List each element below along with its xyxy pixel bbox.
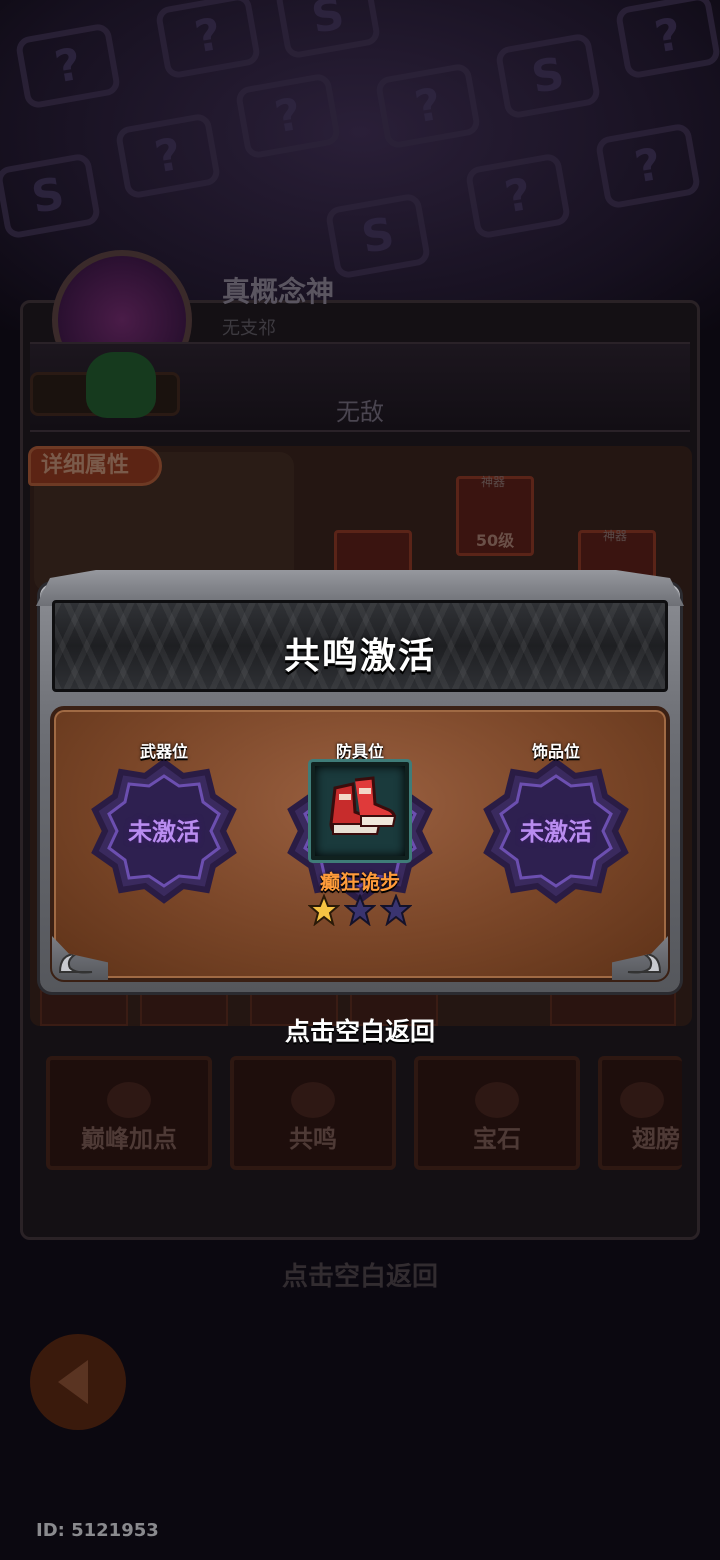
item-frame[interactable] bbox=[311, 762, 409, 860]
modal-title: 共鸣激活 bbox=[283, 636, 436, 677]
modal-header: 共鸣激活 bbox=[52, 600, 668, 692]
return-hint[interactable]: 点击空白返回 bbox=[0, 1012, 720, 1048]
weapon-slot[interactable]: 武器位 未激活 bbox=[84, 738, 244, 910]
red-boots-icon bbox=[329, 776, 397, 835]
corner-ornament bbox=[612, 936, 668, 980]
slot-label: 饰品位 bbox=[531, 742, 580, 761]
star-empty-icon bbox=[344, 894, 376, 926]
resonance-modal: 共鸣激活 武器位 未激活 防具位 癫狂诡步 饰品位 未激活 bbox=[36, 566, 684, 992]
slot-label: 防具位 bbox=[335, 742, 384, 761]
armor-slot[interactable]: 防具位 癫狂诡步 bbox=[280, 738, 440, 926]
item-name: 癫狂诡步 bbox=[320, 870, 400, 894]
slot-label: 武器位 bbox=[139, 742, 188, 761]
star-filled-icon bbox=[308, 894, 340, 926]
accessory-slot[interactable]: 饰品位 未激活 bbox=[476, 738, 636, 910]
star-empty-icon bbox=[380, 894, 412, 926]
corner-ornament bbox=[52, 936, 108, 980]
slot-state: 未激活 bbox=[128, 818, 200, 846]
slot-state: 未激活 bbox=[520, 818, 592, 846]
star-rating bbox=[280, 894, 440, 926]
